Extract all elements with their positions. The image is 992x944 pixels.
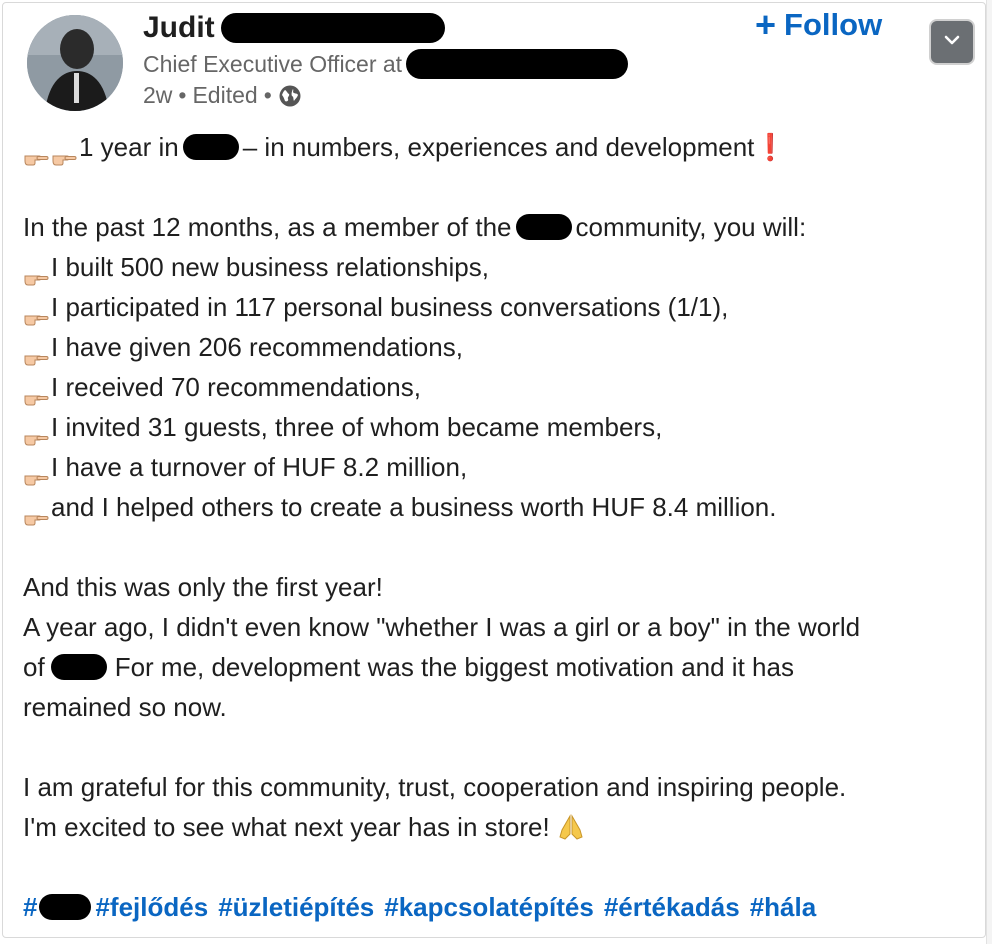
post-card: Judit Chief Executive Officer at 2w • Ed… bbox=[2, 2, 986, 938]
paragraph-line: I am grateful for this community, trust,… bbox=[23, 767, 973, 807]
redacted-org bbox=[515, 214, 572, 240]
paragraph-text: For me, development was the biggest moti… bbox=[114, 652, 794, 682]
hashtag[interactable]: #fejlődés bbox=[95, 887, 208, 927]
paragraph-line: remained so now. bbox=[23, 687, 973, 727]
paragraph-line: And this was only the first year! bbox=[23, 567, 973, 607]
pointing-hand-icon bbox=[23, 298, 49, 326]
pointing-hand-icon bbox=[23, 338, 49, 366]
pointing-hand-icon bbox=[23, 418, 49, 446]
pointing-hand-icon bbox=[23, 378, 49, 406]
author-headline: Chief Executive Officer at bbox=[143, 50, 403, 77]
paragraph-line: I'm excited to see what next year has in… bbox=[23, 807, 973, 847]
avatar[interactable] bbox=[27, 15, 123, 111]
author-name[interactable]: Judit bbox=[143, 11, 215, 45]
bullet-line: and I helped others to create a business… bbox=[23, 487, 973, 527]
redacted-org bbox=[39, 894, 92, 920]
bullet-text: and I helped others to create a business… bbox=[51, 492, 777, 522]
paragraph-text: of bbox=[23, 652, 45, 682]
hashtag[interactable]: #üzletiépítés bbox=[218, 887, 374, 927]
author-headline-row: Chief Executive Officer at bbox=[143, 49, 629, 79]
hashtag[interactable]: #értékadás bbox=[604, 887, 740, 927]
bullet-text: I built 500 new business relationships, bbox=[51, 252, 489, 282]
hashtag-line: # #fejlődés #üzletiépítés #kapcsolatépít… bbox=[23, 887, 973, 927]
post-title-prefix: 1 year in bbox=[79, 132, 179, 162]
edited-label: Edited bbox=[192, 82, 258, 108]
bullet-line: I participated in 117 personal business … bbox=[23, 287, 973, 327]
follow-label: Follow bbox=[784, 7, 883, 42]
redacted-org bbox=[182, 134, 239, 160]
post-title-line: 1 year in – in numbers, experiences and … bbox=[23, 127, 973, 167]
pointing-hand-icon bbox=[51, 138, 77, 166]
paragraph-text: A year ago, I didn't even know "whether … bbox=[23, 612, 861, 642]
plus-icon: + bbox=[755, 4, 777, 45]
bullet-line: I have given 206 recommendations, bbox=[23, 327, 973, 367]
post-body: 1 year in – in numbers, experiences and … bbox=[23, 127, 973, 927]
bullet-text: I participated in 117 personal business … bbox=[51, 292, 729, 322]
folded-hands-icon bbox=[556, 812, 586, 842]
meta-separator: • bbox=[178, 82, 187, 108]
pointing-hand-icon bbox=[23, 498, 49, 526]
bullet-text: I have a turnover of HUF 8.2 million, bbox=[51, 452, 468, 482]
paragraph-line: of For me, development was the biggest m… bbox=[23, 647, 973, 687]
paragraph-text: I am grateful for this community, trust,… bbox=[23, 772, 847, 802]
globe-icon bbox=[278, 84, 302, 108]
post-meta: 2w • Edited • bbox=[143, 82, 302, 109]
intro-suffix: community, you will: bbox=[575, 212, 807, 242]
bullet-line: I built 500 new business relationships, bbox=[23, 247, 973, 287]
pointing-hand-icon bbox=[23, 138, 49, 166]
hashtag-hash[interactable]: # bbox=[23, 887, 37, 927]
paragraph-text: remained so now. bbox=[23, 692, 227, 722]
exclamation-icon: ❗ bbox=[754, 132, 787, 162]
post-time: 2w bbox=[143, 82, 173, 108]
more-options-button[interactable] bbox=[931, 21, 973, 63]
bullet-line: I invited 31 guests, three of whom becam… bbox=[23, 407, 973, 447]
bullet-text: I received 70 recommendations, bbox=[51, 372, 421, 402]
paragraph-text: I'm excited to see what next year has in… bbox=[23, 812, 550, 842]
bullet-line: I have a turnover of HUF 8.2 million, bbox=[23, 447, 973, 487]
paragraph-line: A year ago, I didn't even know "whether … bbox=[23, 607, 973, 647]
redacted-company bbox=[406, 49, 629, 79]
pointing-hand-icon bbox=[23, 458, 49, 486]
intro-line: In the past 12 months, as a member of th… bbox=[23, 207, 973, 247]
redacted-org bbox=[50, 654, 107, 680]
bullet-line: I received 70 recommendations, bbox=[23, 367, 973, 407]
follow-button[interactable]: + Follow bbox=[755, 7, 882, 43]
post-title-suffix: – in numbers, experiences and developmen… bbox=[242, 132, 755, 162]
pointing-hand-icon bbox=[23, 258, 49, 286]
author-name-row[interactable]: Judit bbox=[143, 11, 445, 45]
meta-separator: • bbox=[263, 82, 272, 108]
intro-prefix: In the past 12 months, as a member of th… bbox=[23, 212, 512, 242]
bullet-text: I invited 31 guests, three of whom becam… bbox=[51, 412, 663, 442]
redacted-surname bbox=[220, 13, 445, 43]
chevron-down-icon bbox=[944, 33, 960, 51]
window-edge bbox=[986, 0, 992, 944]
hashtag[interactable]: #kapcsolatépítés bbox=[384, 887, 594, 927]
hashtag[interactable]: #hála bbox=[750, 887, 817, 927]
bullet-text: I have given 206 recommendations, bbox=[51, 332, 463, 362]
paragraph-text: And this was only the first year! bbox=[23, 572, 383, 602]
